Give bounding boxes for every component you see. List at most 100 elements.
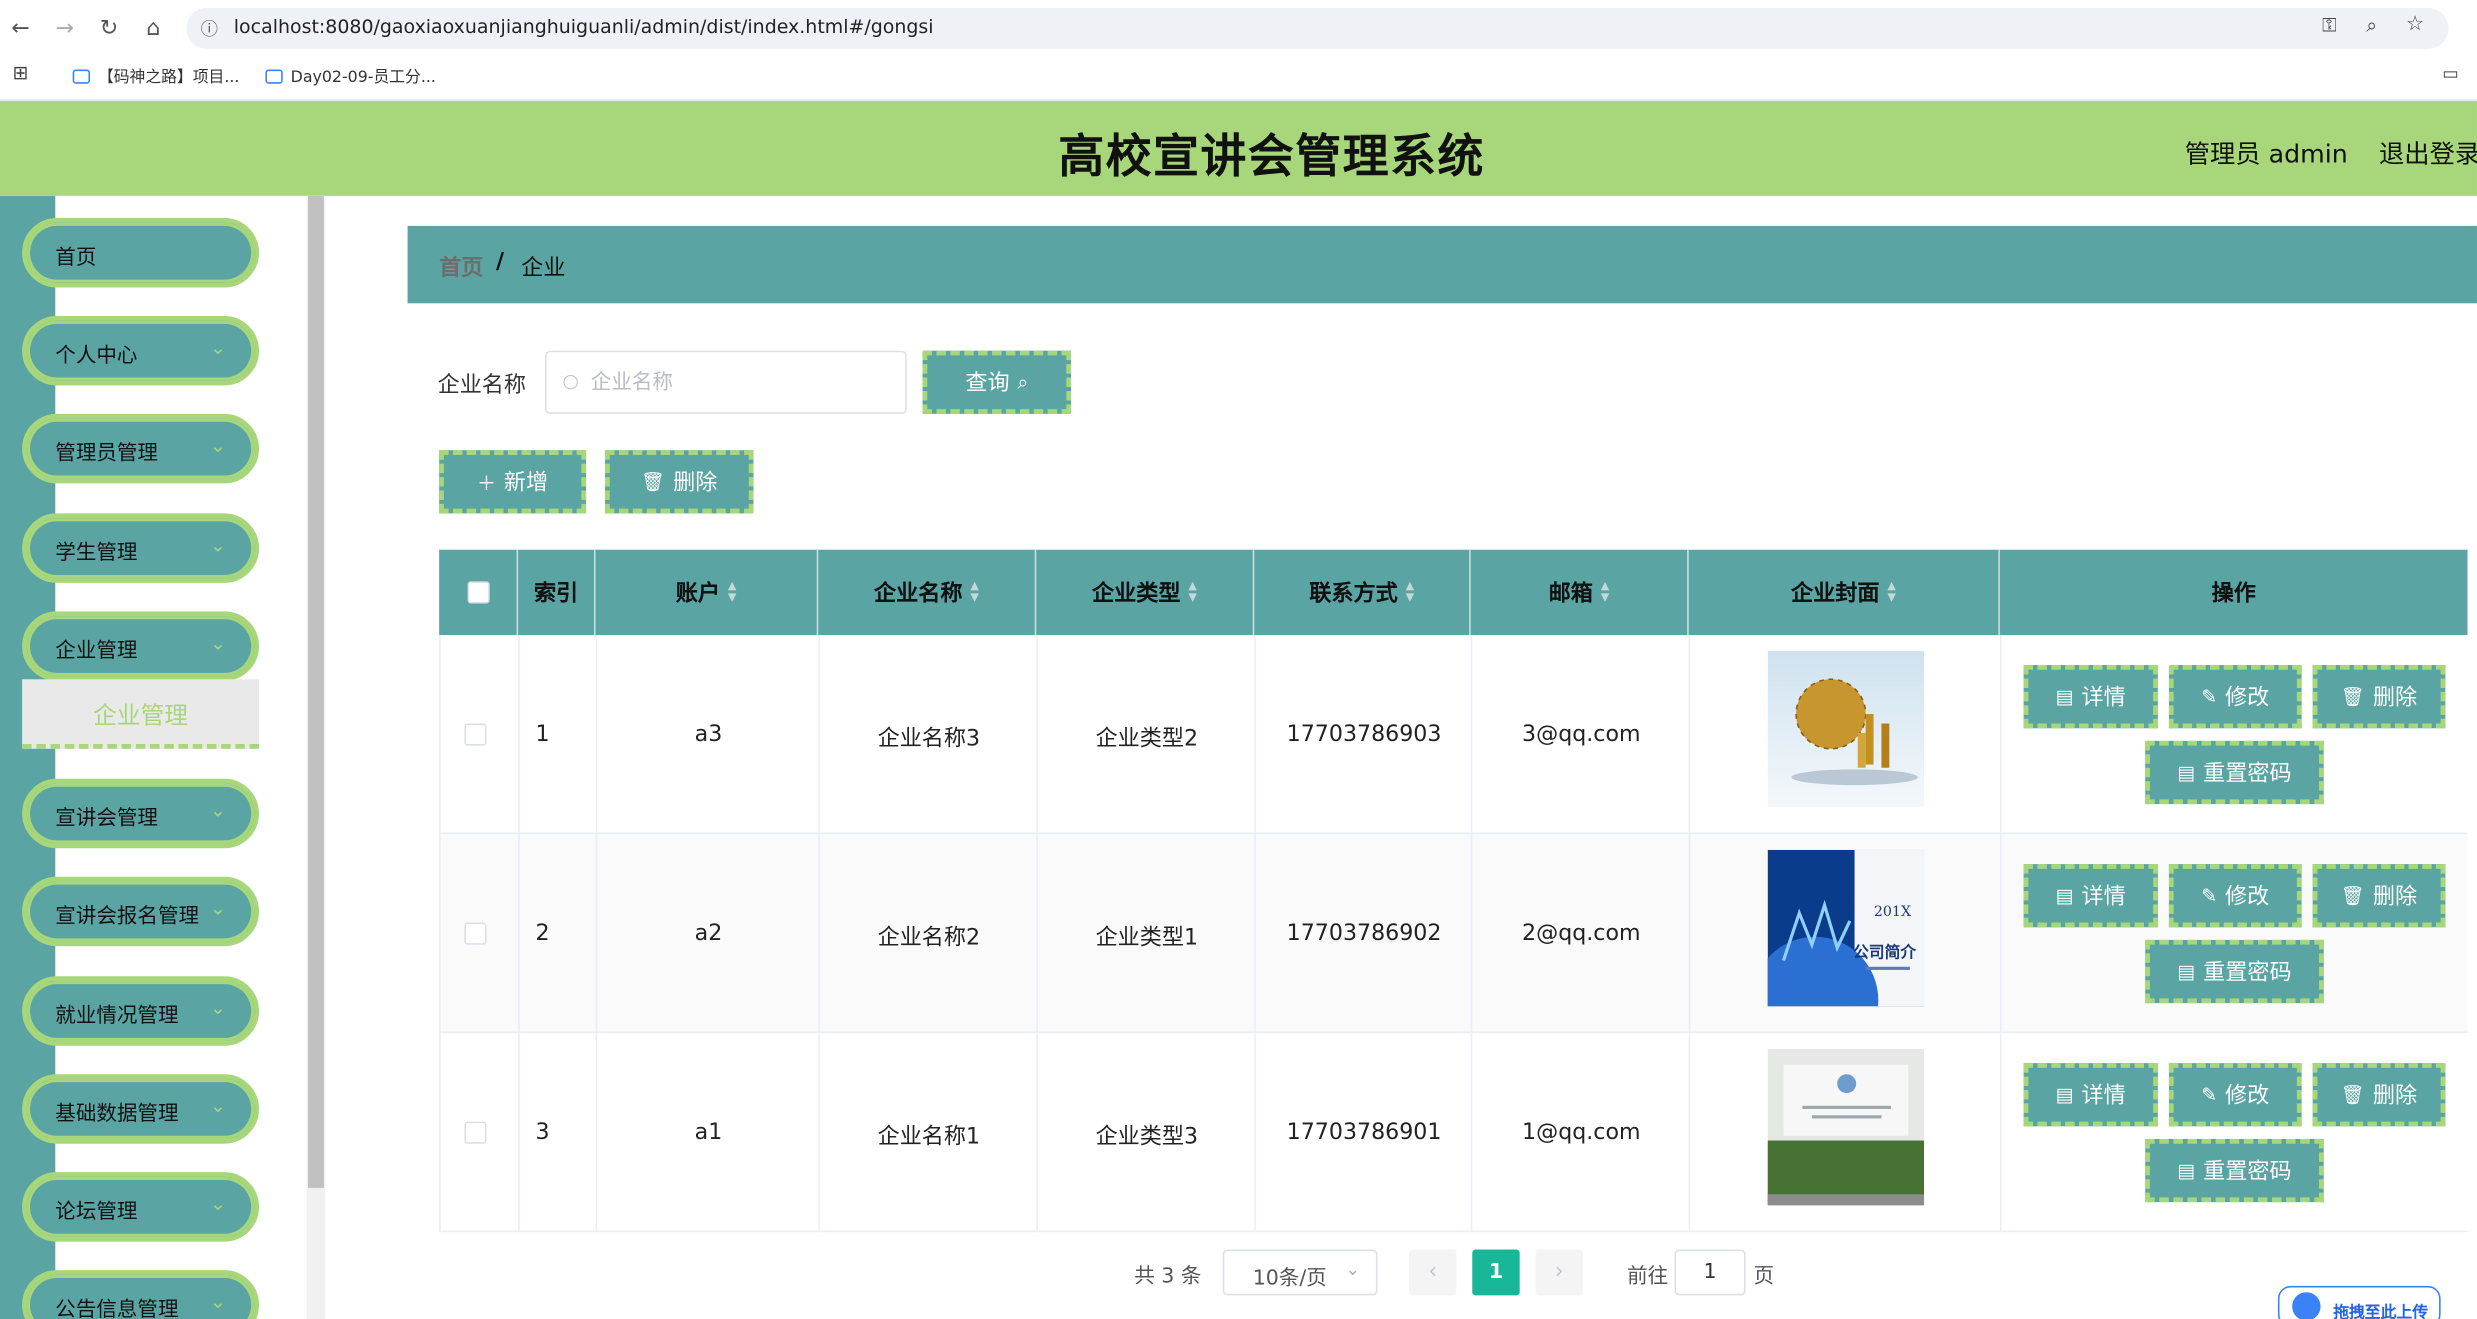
sidebar-item-label: 学生管理 bbox=[55, 541, 138, 566]
sort-icon[interactable]: ▲ ▼ bbox=[728, 581, 737, 603]
edit-button[interactable]: ✎ 修改 bbox=[2168, 1063, 2302, 1127]
reload-icon[interactable]: ↻ bbox=[95, 14, 123, 42]
query-button[interactable]: 查询 ⌕ bbox=[922, 350, 1072, 414]
edit-pen-icon: ✎ bbox=[2201, 685, 2218, 708]
logout-link[interactable]: 退出登录 bbox=[2379, 133, 2477, 171]
delete-button[interactable]: 🗑 删除 bbox=[2312, 864, 2446, 928]
column-header[interactable]: 联系方式 ▲ ▼ bbox=[1254, 549, 1471, 636]
goto-page-input[interactable]: 1 bbox=[1674, 1249, 1746, 1296]
edit-button[interactable]: ✎ 修改 bbox=[2168, 864, 2302, 928]
bookmark-item[interactable]: 【码神之路】项目... bbox=[72, 63, 240, 87]
add-button[interactable]: ＋新增 bbox=[439, 450, 587, 514]
bookmark-star-icon[interactable]: ☆ bbox=[2406, 13, 2424, 37]
detail-button[interactable]: ▤ 详情 bbox=[2023, 864, 2158, 928]
trash-icon: 🗑 bbox=[2340, 685, 2365, 708]
cell-account: a3 bbox=[694, 721, 723, 748]
sort-icon[interactable]: ▲ ▼ bbox=[1188, 581, 1197, 603]
cell-company-type: 企业类型3 bbox=[1095, 1124, 1199, 1151]
chevron-down-icon: ⌄ bbox=[210, 1094, 226, 1117]
home-icon[interactable]: ⌂ bbox=[139, 14, 167, 42]
column-header[interactable]: 账户 ▲ ▼ bbox=[596, 549, 819, 636]
column-header[interactable]: 企业类型 ▲ ▼ bbox=[1036, 549, 1255, 636]
sidebar-scroll-thumb[interactable] bbox=[308, 195, 324, 1188]
sort-icon[interactable]: ▲ ▼ bbox=[1601, 581, 1610, 603]
document-icon: ▤ bbox=[2055, 884, 2074, 907]
row-checkbox[interactable] bbox=[464, 723, 487, 746]
column-header: 操作 bbox=[2211, 581, 2256, 607]
breadcrumb-separator: / bbox=[496, 249, 505, 275]
cover-title-text: 公司简介 bbox=[1853, 942, 1916, 961]
forward-icon[interactable]: → bbox=[51, 14, 79, 42]
document-icon: ▤ bbox=[2055, 1083, 2074, 1106]
chevron-down-icon: ⌄ bbox=[210, 799, 226, 822]
sidebar-item-forum[interactable]: 论坛管理 ⌄ bbox=[22, 1172, 260, 1242]
column-divider bbox=[518, 834, 520, 1034]
breadcrumb-current: 企业 bbox=[521, 255, 566, 282]
breadcrumb-home[interactable]: 首页 bbox=[439, 251, 483, 283]
page-number-active[interactable]: 1 bbox=[1472, 1249, 1520, 1296]
sidebar-item-seminar-signup[interactable]: 宣讲会报名管理 ⌄ bbox=[22, 876, 260, 947]
sort-icon[interactable]: ▲ ▼ bbox=[1887, 581, 1896, 603]
edit-button[interactable]: ✎ 修改 bbox=[2168, 665, 2302, 729]
url-text: localhost:8080/gaoxiaoxuanjianghuiguanli… bbox=[233, 15, 934, 38]
sidebar-item-profile[interactable]: 个人中心 ⌄ bbox=[22, 315, 260, 386]
sidebar-item-notice[interactable]: 公告信息管理 ⌄ bbox=[22, 1270, 260, 1319]
prev-page-button[interactable]: ‹ bbox=[1409, 1249, 1457, 1296]
chevron-down-icon: ⌄ bbox=[210, 1290, 226, 1313]
plus-icon: ＋ bbox=[477, 471, 497, 494]
breadcrumb: 首页 / 企业 bbox=[407, 225, 2477, 304]
sidebar-item-admin[interactable]: 管理员管理 ⌄ bbox=[22, 413, 260, 484]
sidebar-item-student[interactable]: 学生管理 ⌄ bbox=[22, 513, 260, 583]
bookmark-item[interactable]: Day02-09-员工分... bbox=[265, 63, 436, 87]
sidebar-item-base-data[interactable]: 基础数据管理 ⌄ bbox=[22, 1074, 260, 1144]
apps-grid-icon[interactable]: ⊞ bbox=[13, 62, 29, 84]
chevron-down-icon: ⌄ bbox=[210, 434, 226, 457]
batch-delete-button[interactable]: 🗑 删除 bbox=[605, 450, 754, 514]
chevron-down-icon: ⌄ bbox=[210, 1192, 226, 1215]
delete-button[interactable]: 🗑 删除 bbox=[2312, 1063, 2446, 1127]
sidebar-item-employment[interactable]: 就业情况管理 ⌄ bbox=[22, 976, 260, 1046]
page-size-select[interactable]: 10条/页 ⌄ bbox=[1222, 1249, 1378, 1296]
column-header[interactable]: 企业封面 ▲ ▼ bbox=[1689, 549, 2000, 636]
detail-button[interactable]: ▤ 详情 bbox=[2023, 665, 2158, 729]
row-checkbox[interactable] bbox=[464, 1121, 487, 1144]
reset-password-button[interactable]: ▤ 重置密码 bbox=[2145, 1138, 2324, 1203]
column-header[interactable]: 邮箱 ▲ ▼ bbox=[1471, 549, 1689, 636]
app-title: 高校宣讲会管理系统 bbox=[1058, 129, 1485, 184]
company-cover-image bbox=[1767, 1048, 1925, 1206]
search-field[interactable]: ○ bbox=[544, 350, 907, 414]
sidebar-item-home[interactable]: 首页 bbox=[22, 217, 260, 288]
document-icon: ▤ bbox=[2177, 761, 2196, 784]
sidebar-item-company[interactable]: 企业管理 ⌄ bbox=[22, 611, 260, 681]
reset-password-button[interactable]: ▤ 重置密码 bbox=[2145, 740, 2324, 805]
sort-icon[interactable]: ▲ ▼ bbox=[1406, 581, 1415, 603]
delete-button[interactable]: 🗑 删除 bbox=[2312, 665, 2446, 729]
next-page-button[interactable]: › bbox=[1535, 1249, 1583, 1296]
sort-icon[interactable]: ▲ ▼ bbox=[970, 581, 979, 603]
document-icon: ▤ bbox=[2177, 960, 2196, 983]
address-bar[interactable]: ⓘ localhost:8080/gaoxiaoxuanjianghuiguan… bbox=[186, 7, 2449, 49]
search-input[interactable] bbox=[590, 364, 891, 400]
row-checkbox[interactable] bbox=[464, 922, 487, 945]
browser-chrome: ← → ↻ ⌂ ⓘ localhost:8080/gaoxiaoxuanjian… bbox=[0, 0, 2477, 102]
submenu-item-company-management[interactable]: 企业管理 bbox=[22, 679, 260, 749]
column-header[interactable]: 企业名称 ▲ ▼ bbox=[818, 549, 1037, 636]
search-icon: ○ bbox=[562, 369, 579, 392]
select-all-cell bbox=[439, 549, 519, 636]
reset-password-button[interactable]: ▤ 重置密码 bbox=[2145, 939, 2324, 1004]
select-all-checkbox[interactable] bbox=[466, 581, 489, 604]
zoom-icon[interactable]: ⌕ bbox=[2366, 14, 2377, 38]
sidebar-item-seminar[interactable]: 宣讲会管理 ⌄ bbox=[22, 778, 260, 849]
goto-label: 前往 bbox=[1627, 1265, 1669, 1290]
password-key-icon[interactable]: ⚿ bbox=[2322, 14, 2336, 38]
chevron-down-icon: ⌄ bbox=[210, 533, 226, 557]
trash-icon: 🗑 bbox=[641, 470, 666, 493]
folder-icon[interactable]: ▭ bbox=[2442, 63, 2458, 84]
document-icon: ▤ bbox=[2177, 1159, 2196, 1182]
bilibili-icon bbox=[265, 69, 283, 84]
site-info-icon[interactable]: ⓘ bbox=[201, 16, 218, 41]
detail-button[interactable]: ▤ 详情 bbox=[2023, 1063, 2158, 1127]
sidebar: 首页 个人中心 ⌄ 管理员管理 ⌄ 学生管理 ⌄ 企业管理 ⌄ 宣讲会管理 ⌄ 宣讲会报名管理 ⌄ 就业情… bbox=[0, 195, 326, 1319]
back-icon[interactable]: ← bbox=[6, 14, 34, 42]
drag-upload-widget[interactable]: 拖拽至此上传 bbox=[2277, 1285, 2441, 1319]
